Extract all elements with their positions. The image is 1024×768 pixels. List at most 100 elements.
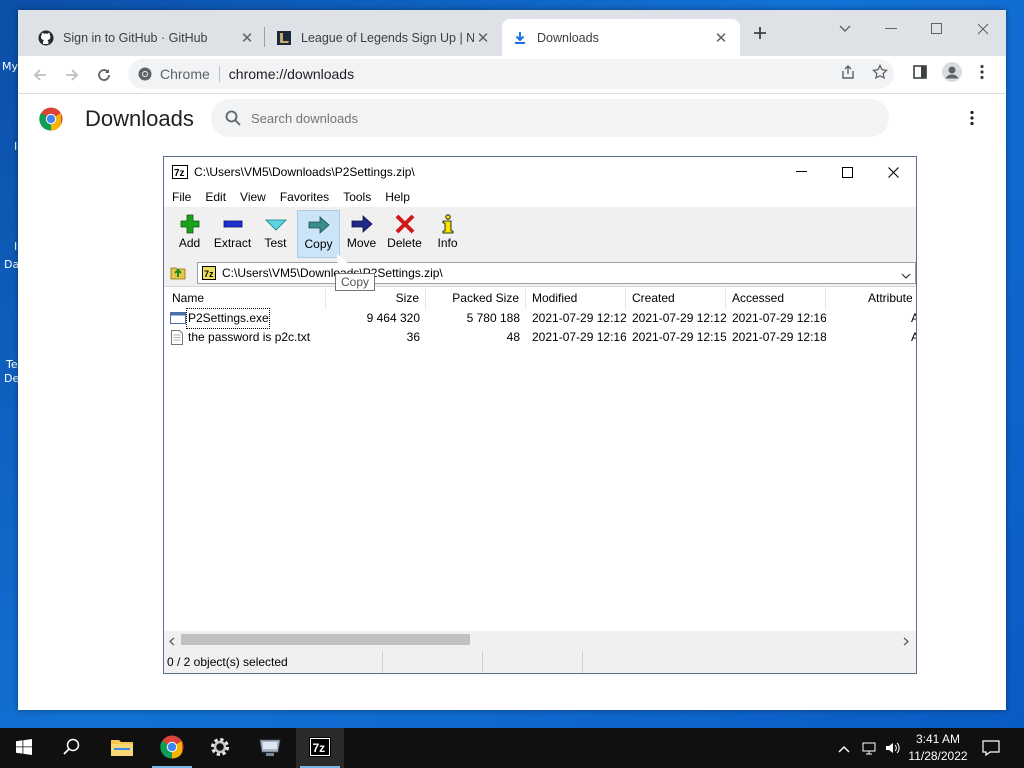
archive-icon: 7z [202, 266, 216, 280]
url-text: chrome://downloads [228, 66, 355, 82]
title-bar: 7z C:\Users\VM5\Downloads\P2Settings.zip… [164, 157, 916, 187]
close-icon[interactable]: ✕ [712, 29, 730, 47]
table-row[interactable]: the password is p2c.txt 36 48 2021-07-29… [164, 328, 916, 347]
menu-view[interactable]: View [232, 190, 272, 204]
folder-icon [110, 737, 134, 760]
desktop-label: De [4, 372, 20, 385]
close-button[interactable] [960, 14, 1006, 44]
search-downloads[interactable] [211, 99, 889, 137]
share-icon[interactable] [840, 64, 856, 84]
delete-button[interactable]: Delete [383, 210, 426, 258]
created-date: 2021-07-29 12:15 [632, 330, 726, 344]
search-button[interactable] [48, 728, 96, 768]
maximize-button[interactable] [914, 14, 960, 44]
chevron-down-icon[interactable] [901, 268, 911, 282]
volume-icon[interactable] [884, 740, 900, 759]
search-icon [225, 110, 241, 126]
test-button[interactable]: Test [254, 210, 297, 258]
star-icon[interactable] [872, 63, 888, 84]
tool-label: Delete [387, 236, 422, 250]
tool-label: Copy [304, 237, 333, 251]
move-button[interactable]: Move [340, 210, 383, 258]
chrome-logo-icon [39, 107, 63, 134]
taskbar: 7z 3:41 AM 11/28/2022 [0, 728, 1024, 768]
column-header-created[interactable]: Created [626, 287, 726, 309]
new-tab-button[interactable] [746, 18, 774, 48]
tab-search-button[interactable] [822, 14, 868, 44]
file-explorer-button[interactable] [98, 728, 146, 768]
browser-toolbar: Chrome chrome://downloads [18, 56, 1006, 94]
maximize-button[interactable] [824, 157, 870, 187]
horizontal-scrollbar[interactable] [164, 631, 916, 648]
search-input[interactable] [251, 110, 751, 126]
modified-date: 2021-07-29 12:12 [532, 311, 626, 325]
menu-favorites[interactable]: Favorites [272, 190, 335, 204]
chevron-up-icon[interactable] [838, 740, 850, 756]
file-list: Name Size Packed Size Modified Created A… [164, 286, 916, 636]
path-combobox[interactable]: 7z C:\Users\VM5\Downloads\P2Settings.zip… [197, 262, 916, 284]
scroll-thumb[interactable] [181, 634, 470, 645]
folder-up-icon[interactable] [170, 264, 186, 283]
start-button[interactable] [0, 728, 48, 768]
notification-icon[interactable] [982, 739, 1000, 760]
network-icon[interactable] [862, 740, 878, 759]
7zip-taskbar-button[interactable]: 7z [296, 728, 344, 768]
close-icon[interactable]: ✕ [238, 29, 256, 47]
menu-help[interactable]: Help [377, 190, 416, 204]
settings-taskbar-button[interactable] [196, 728, 244, 768]
add-button[interactable]: Add [168, 210, 211, 258]
reload-button[interactable] [90, 61, 118, 89]
tab-github[interactable]: Sign in to GitHub · GitHub ✕ [28, 19, 266, 56]
kebab-menu-icon[interactable] [980, 64, 984, 84]
desktop-label: My [2, 60, 19, 73]
app-taskbar-button[interactable] [246, 728, 294, 768]
selection-status: 0 / 2 object(s) selected [164, 651, 383, 673]
file-name: the password is p2c.txt [188, 330, 311, 344]
menu-edit[interactable]: Edit [197, 190, 232, 204]
address-row: 7z C:\Users\VM5\Downloads\P2Settings.zip… [164, 260, 916, 286]
download-icon [512, 30, 528, 46]
clock-time: 3:41 AM [915, 732, 961, 746]
menu-file[interactable]: File [164, 190, 197, 204]
table-row[interactable]: P2Settings.exe 9 464 320 5 780 188 2021-… [164, 308, 916, 329]
gear-icon [208, 735, 232, 762]
forward-button[interactable] [58, 61, 86, 89]
clock[interactable]: 3:41 AM 11/28/2022 [902, 731, 974, 765]
copy-button[interactable]: Copy [297, 210, 340, 258]
close-icon[interactable]: ✕ [474, 29, 492, 47]
file-name: P2Settings.exe [186, 308, 270, 329]
side-panel-icon[interactable] [912, 64, 928, 84]
list-header: Name Size Packed Size Modified Created A… [164, 287, 916, 309]
desktop-label: Te [6, 358, 18, 371]
scroll-right-icon[interactable] [903, 635, 910, 649]
extract-button[interactable]: Extract [211, 210, 254, 258]
tab-league[interactable]: League of Legends Sign Up | No ✕ [266, 19, 502, 56]
column-header-packed-size[interactable]: Packed Size [426, 287, 526, 309]
tooltip: Copy [335, 273, 376, 291]
close-button[interactable] [870, 157, 916, 187]
tab-downloads[interactable]: Downloads ✕ [502, 19, 740, 56]
desktop-label: I [14, 140, 18, 153]
menu-bar: File Edit View Favorites Tools Help [164, 187, 916, 207]
search-icon [63, 738, 81, 759]
kebab-menu-icon[interactable] [970, 110, 974, 129]
packed-size: 5 780 188 [466, 311, 520, 325]
column-header-modified[interactable]: Modified [526, 287, 626, 309]
minimize-button[interactable] [778, 157, 824, 187]
chrome-taskbar-button[interactable] [148, 728, 196, 768]
back-button[interactable] [26, 61, 54, 89]
address-bar[interactable]: Chrome chrome://downloads [128, 59, 894, 89]
minimize-button[interactable] [868, 14, 914, 44]
chrome-icon [160, 735, 184, 762]
scroll-left-icon[interactable] [168, 635, 175, 649]
info-button[interactable]: Info [426, 210, 469, 258]
profile-avatar[interactable] [942, 62, 962, 86]
column-header-attributes[interactable]: Attribute [826, 287, 916, 309]
site-chip: Chrome [160, 66, 210, 82]
tab-title: League of Legends Sign Up | No [301, 30, 474, 45]
league-icon [276, 30, 292, 46]
menu-tools[interactable]: Tools [335, 190, 377, 204]
column-header-accessed[interactable]: Accessed [726, 287, 826, 309]
windows-icon [16, 738, 32, 758]
column-header-name[interactable]: Name [164, 287, 326, 309]
